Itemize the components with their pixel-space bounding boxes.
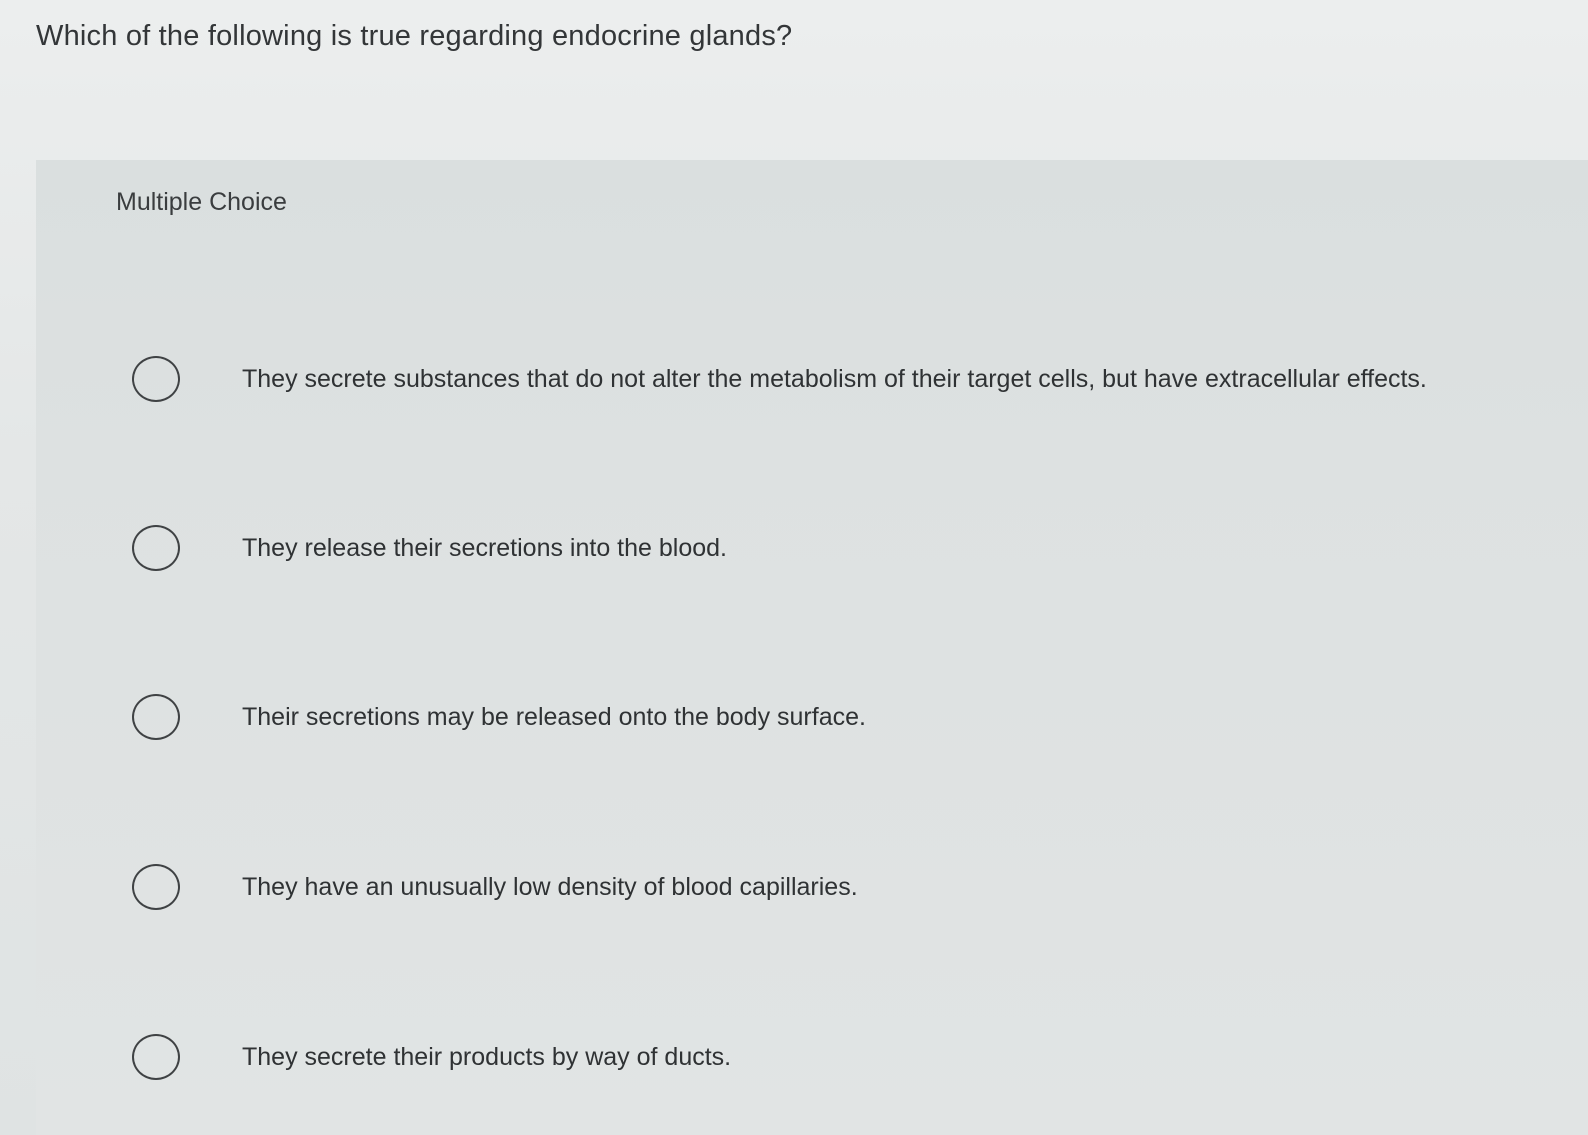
answer-option-3[interactable]: Their secretions may be released onto th… (132, 687, 1562, 747)
answer-option-label: They secrete their products by way of du… (242, 1042, 732, 1071)
radio-button-2[interactable] (132, 525, 180, 571)
answer-option-label: Their secretions may be released onto th… (242, 702, 866, 731)
answer-option-2[interactable]: They release their secretions into the b… (132, 518, 1562, 578)
radio-button-3[interactable] (132, 694, 180, 740)
answer-panel: Multiple Choice They secrete substances … (36, 160, 1588, 1135)
question-text: Which of the following is true regarding… (36, 20, 793, 52)
answer-option-1[interactable]: They secrete substances that do not alte… (132, 349, 1562, 409)
radio-button-5[interactable] (132, 1034, 180, 1080)
answer-option-5[interactable]: They secrete their products by way of du… (132, 1027, 1562, 1087)
quiz-page: Which of the following is true regarding… (0, 0, 1588, 1135)
answer-option-label: They release their secretions into the b… (242, 533, 727, 562)
answer-option-label: They secrete substances that do not alte… (242, 364, 1427, 393)
radio-button-1[interactable] (132, 356, 180, 402)
question-type-label: Multiple Choice (116, 188, 287, 216)
radio-button-4[interactable] (132, 864, 180, 910)
answer-option-label: They have an unusually low density of bl… (242, 872, 858, 901)
answer-option-4[interactable]: They have an unusually low density of bl… (132, 857, 1562, 917)
